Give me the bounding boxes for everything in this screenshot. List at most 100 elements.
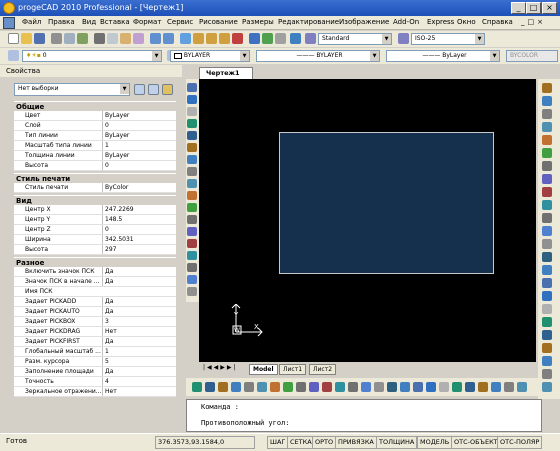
osnap-tool-icon[interactable] bbox=[270, 382, 280, 392]
osnap-tool-icon[interactable] bbox=[478, 382, 488, 392]
color-select[interactable]: BYLAYER ▼ bbox=[170, 50, 250, 62]
property-row[interactable]: Задает PICKBOX 3 bbox=[14, 317, 176, 327]
drawing-rectangle[interactable] bbox=[279, 132, 494, 274]
status-model[interactable]: МОДЕЛЬ bbox=[417, 436, 453, 449]
osnap-tool-icon[interactable] bbox=[348, 382, 358, 392]
osnap-tool-icon[interactable] bbox=[452, 382, 462, 392]
osnap-tool-icon[interactable] bbox=[205, 382, 215, 392]
maximize-button[interactable]: □ bbox=[526, 2, 541, 14]
osnap-tool-icon[interactable] bbox=[283, 382, 293, 392]
draw-tool-icon[interactable] bbox=[187, 191, 197, 200]
property-section-header[interactable]: Вид bbox=[14, 195, 176, 205]
menu-format[interactable]: Формат bbox=[133, 18, 161, 26]
zoom-previous-icon[interactable] bbox=[219, 33, 230, 44]
property-section-header[interactable]: Общие bbox=[14, 101, 176, 111]
draw-tool-icon[interactable] bbox=[187, 179, 197, 188]
modify-tool-icon[interactable] bbox=[542, 278, 552, 288]
property-row[interactable]: Заполнение площади Да bbox=[14, 367, 176, 377]
drawing-canvas[interactable]: Y X W bbox=[199, 79, 536, 362]
property-value[interactable]: Нет bbox=[102, 327, 174, 336]
layers-icon[interactable] bbox=[8, 50, 19, 61]
modify-tool-icon[interactable] bbox=[542, 304, 552, 314]
modify-tool-icon[interactable] bbox=[542, 369, 552, 379]
property-value[interactable]: Да bbox=[102, 307, 174, 316]
osnap-tool-icon[interactable] bbox=[387, 382, 397, 392]
property-row[interactable]: Слой 0 bbox=[14, 121, 176, 131]
toggle-pickadd-icon[interactable] bbox=[134, 84, 145, 95]
osnap-tool-icon[interactable] bbox=[374, 382, 384, 392]
osnap-tool-icon[interactable] bbox=[231, 382, 241, 392]
menu-file[interactable]: Файл bbox=[22, 18, 41, 26]
print-icon[interactable] bbox=[51, 33, 62, 44]
draw-tool-icon[interactable] bbox=[187, 83, 197, 92]
command-area[interactable]: Команда : Противоположный угол: bbox=[186, 399, 542, 432]
print-preview-icon[interactable] bbox=[64, 33, 75, 44]
osnap-tool-icon[interactable] bbox=[218, 382, 228, 392]
modify-tool-icon[interactable] bbox=[542, 239, 552, 249]
property-row[interactable]: Ширина 342.5031 bbox=[14, 235, 176, 245]
property-row[interactable]: Тип линии ByLayer bbox=[14, 131, 176, 141]
select-objects-icon[interactable] bbox=[148, 84, 159, 95]
draw-tool-icon[interactable] bbox=[187, 167, 197, 176]
property-value[interactable]: 1 bbox=[102, 347, 174, 356]
menu-view[interactable]: Вид bbox=[82, 18, 96, 26]
osnap-tool-icon[interactable] bbox=[413, 382, 423, 392]
modify-tool-icon[interactable] bbox=[542, 356, 552, 366]
new-icon[interactable] bbox=[8, 33, 19, 44]
menu-image[interactable]: Изображение bbox=[339, 18, 389, 26]
osnap-tool-icon[interactable] bbox=[504, 382, 514, 392]
property-value[interactable]: 1 bbox=[102, 141, 174, 150]
menu-help[interactable]: Справка bbox=[482, 18, 513, 26]
tab-sheet2[interactable]: Лист2 bbox=[309, 364, 337, 375]
zoom-window-icon[interactable] bbox=[206, 33, 217, 44]
modify-tool-icon[interactable] bbox=[542, 96, 552, 106]
property-value[interactable]: 5 bbox=[102, 357, 174, 366]
copy-icon[interactable] bbox=[107, 33, 118, 44]
status-snap[interactable]: ШАГ bbox=[267, 436, 289, 449]
property-row[interactable]: Значок ПСК в начале ... Да bbox=[14, 277, 176, 287]
modify-tool-icon[interactable] bbox=[542, 174, 552, 184]
dim-style-icon[interactable] bbox=[398, 33, 409, 44]
cut-icon[interactable] bbox=[94, 33, 105, 44]
property-value[interactable]: 148.5 bbox=[102, 215, 174, 224]
osnap-tool-icon[interactable] bbox=[426, 382, 436, 392]
status-otrack[interactable]: ОТС-ОБЪЕКТ bbox=[451, 436, 501, 449]
property-value[interactable]: ByLayer bbox=[102, 111, 174, 120]
property-row[interactable]: Стиль печати ByColor bbox=[14, 183, 176, 193]
property-value[interactable]: 3 bbox=[102, 317, 174, 326]
property-section-header[interactable]: Стиль печати bbox=[14, 173, 176, 183]
property-row[interactable]: Задает PICKADD Да bbox=[14, 297, 176, 307]
osnap-tool-icon[interactable] bbox=[491, 382, 501, 392]
property-row[interactable]: Толщина линии ByLayer bbox=[14, 151, 176, 161]
draw-tool-icon[interactable] bbox=[187, 95, 197, 104]
modify-tool-icon[interactable] bbox=[542, 317, 552, 327]
minimize-button[interactable]: _ bbox=[511, 2, 526, 14]
property-row[interactable]: Масштаб типа линии 1 bbox=[14, 141, 176, 151]
modify-tool-icon[interactable] bbox=[542, 109, 552, 119]
design-center-icon[interactable] bbox=[262, 33, 273, 44]
draw-tool-icon[interactable] bbox=[187, 251, 197, 260]
text-style-icon[interactable] bbox=[305, 33, 316, 44]
linetype-select[interactable]: ——— BYLAYER ▼ bbox=[256, 50, 380, 62]
menu-window[interactable]: Окно bbox=[457, 18, 476, 26]
draw-tool-icon[interactable] bbox=[187, 263, 197, 272]
redo-icon[interactable] bbox=[163, 33, 174, 44]
help-icon[interactable] bbox=[290, 33, 301, 44]
property-row[interactable]: Точность 4 bbox=[14, 377, 176, 387]
property-value[interactable]: Да bbox=[102, 297, 174, 306]
selection-select[interactable]: Нет выборки ▼ bbox=[14, 83, 130, 96]
property-row[interactable]: Задает PICKDRAG Нет bbox=[14, 327, 176, 337]
menu-edit[interactable]: Правка bbox=[48, 18, 75, 26]
mdi-controls[interactable]: _□× bbox=[521, 18, 546, 26]
osnap-tool-icon[interactable] bbox=[465, 382, 475, 392]
spell-icon[interactable] bbox=[77, 33, 88, 44]
property-row[interactable]: Имя ПСК bbox=[14, 287, 176, 297]
modify-tool-icon[interactable] bbox=[542, 226, 552, 236]
property-row[interactable]: Центр Y 148.5 bbox=[14, 215, 176, 225]
menu-express[interactable]: Express bbox=[427, 18, 454, 26]
draw-tool-icon[interactable] bbox=[187, 239, 197, 248]
property-value[interactable]: 0 bbox=[102, 121, 174, 130]
draw-tool-icon[interactable] bbox=[187, 155, 197, 164]
menu-addon[interactable]: Add-On bbox=[393, 18, 419, 26]
modify-tool-icon[interactable] bbox=[542, 135, 552, 145]
